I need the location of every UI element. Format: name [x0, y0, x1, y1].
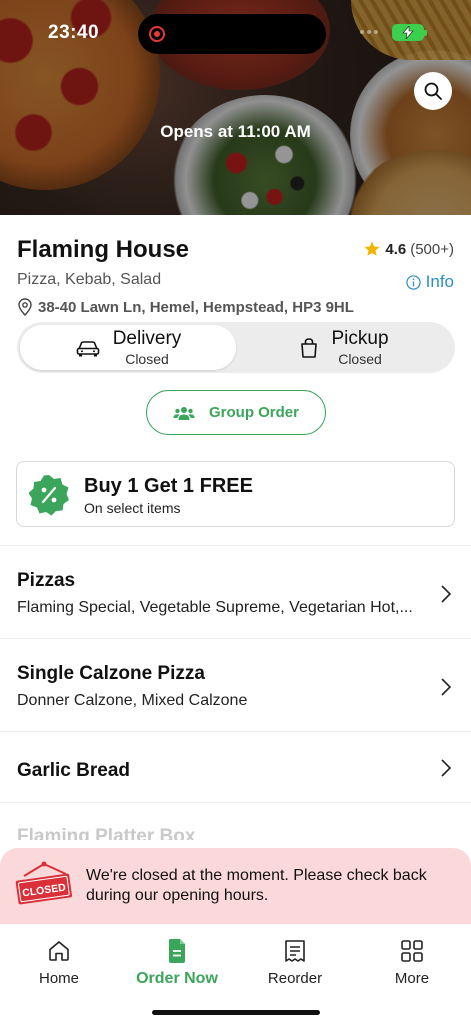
rating[interactable]: 4.6 (500+)	[363, 240, 454, 258]
nav-home[interactable]: Home	[0, 938, 118, 987]
closed-message: We're closed at the moment. Please check…	[86, 867, 427, 904]
restaurant-name: Flaming House	[17, 236, 190, 263]
chevron-right-icon	[441, 678, 452, 696]
receipt-icon	[285, 940, 305, 962]
delivery-label: Delivery	[112, 328, 182, 349]
pickup-option[interactable]: Pickup Closed	[236, 325, 452, 370]
rating-value: 4.6	[385, 240, 407, 258]
category-row[interactable]: Garlic Bread	[0, 732, 471, 802]
opening-time-label: Opens at 11:00 AM	[160, 122, 311, 141]
car-icon	[76, 340, 99, 356]
info-link[interactable]: Info	[405, 272, 454, 292]
nav-label: Order Now	[136, 970, 218, 987]
pickup-label: Pickup	[331, 328, 389, 349]
group-order-button[interactable]: Group Order	[146, 390, 326, 435]
group-users-icon	[173, 406, 195, 420]
delivery-status: Closed	[125, 351, 169, 367]
nav-label: More	[394, 970, 430, 987]
offer-title: Buy 1 Get 1 FREE	[84, 475, 253, 497]
rating-count: (500+)	[410, 240, 454, 258]
home-indicator[interactable]	[152, 1010, 320, 1015]
offer-card[interactable]: Buy 1 Get 1 FREE On select items	[16, 461, 455, 527]
dynamic-island	[138, 14, 326, 54]
offer-subtitle: On select items	[84, 500, 181, 516]
search-icon	[424, 82, 442, 100]
category-row[interactable]: Single Calzone Pizza Donner Calzone, Mix…	[0, 639, 471, 731]
closed-notice-banner: CLOSED We're closed at the moment. Pleas…	[0, 848, 471, 928]
cuisine-list: Pizza, Kebab, Salad	[17, 271, 162, 288]
delivery-option[interactable]: Delivery Closed	[20, 325, 236, 370]
order-mode-toggle: Delivery Closed Pickup Closed	[17, 322, 455, 373]
category-title: Garlic Bread	[17, 760, 130, 781]
category-row[interactable]: Pizzas Flaming Special, Vegetable Suprem…	[0, 546, 471, 638]
nav-reorder[interactable]: Reorder	[236, 938, 354, 987]
chevron-right-icon	[441, 759, 452, 777]
nav-order-now[interactable]: Order Now	[118, 938, 236, 988]
location-pin-icon	[18, 298, 32, 316]
address: 38-40 Lawn Ln, Hemel, Hempstead, HP3 9HL	[17, 298, 354, 316]
signal-icon	[360, 30, 378, 34]
info-label: Info	[425, 272, 454, 291]
chevron-right-icon	[441, 585, 452, 603]
category-items: Donner Calzone, Mixed Calzone	[17, 692, 248, 709]
battery-icon	[392, 24, 427, 41]
nav-more[interactable]: More	[353, 938, 471, 987]
discount-badge-icon	[28, 475, 69, 516]
pickup-status: Closed	[338, 351, 382, 367]
hero-banner: 23:40 Opens at 11:00 AM	[0, 0, 471, 215]
category-title[interactable]: Flaming Platter Box	[17, 826, 195, 840]
shopping-bag-icon	[301, 337, 318, 358]
star-icon	[364, 241, 380, 256]
closed-sign-icon: CLOSED	[15, 861, 73, 905]
category-items: Flaming Special, Vegetable Supreme, Vege…	[17, 599, 413, 616]
category-title: Single Calzone Pizza	[17, 663, 205, 684]
grid-icon	[401, 940, 423, 962]
search-button[interactable]	[414, 72, 452, 110]
recording-icon	[149, 26, 165, 42]
order-icon	[169, 939, 185, 963]
nav-label: Reorder	[267, 970, 323, 987]
info-icon	[405, 274, 421, 290]
status-time: 23:40	[48, 22, 100, 43]
home-icon	[49, 941, 69, 961]
category-title: Pizzas	[17, 570, 76, 591]
bottom-navigation: Home Order Now Reorder More	[0, 924, 471, 1024]
divider	[0, 802, 471, 803]
group-order-label: Group Order	[208, 404, 299, 421]
address-text: 38-40 Lawn Ln, Hemel, Hempstead, HP3 9HL	[38, 298, 354, 316]
nav-label: Home	[38, 970, 79, 987]
